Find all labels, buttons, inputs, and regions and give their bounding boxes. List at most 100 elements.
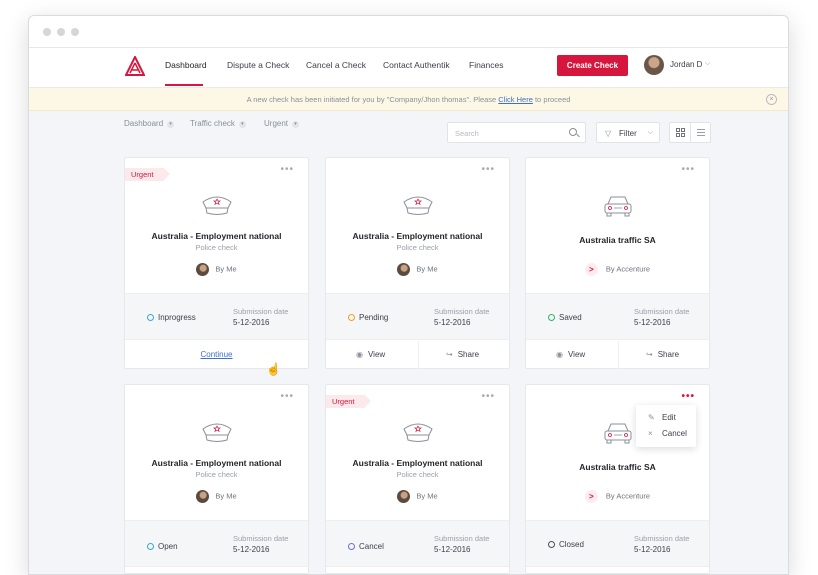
view-button[interactable]: ◉ View	[356, 350, 385, 359]
card-owner: > By Accenture	[526, 263, 709, 276]
window-titlebar	[29, 16, 788, 48]
accenture-logo-icon: >	[584, 490, 598, 503]
card-owner: By Me	[125, 263, 308, 276]
continue-link[interactable]: Continue	[125, 350, 308, 359]
status-dot-icon	[147, 314, 154, 321]
breadcrumb-urgent[interactable]: Urgent ▾	[264, 119, 300, 128]
more-options-icon[interactable]: •••	[481, 164, 495, 175]
nav-dashboard[interactable]: Dashboard	[165, 60, 207, 70]
check-card[interactable]: Urgent ••• Australia - Employment nation…	[124, 157, 309, 369]
share-label: Share	[457, 350, 480, 359]
avatar	[397, 263, 411, 276]
check-card[interactable]: ••• Australia - Employment national Poli…	[325, 157, 510, 370]
chevron-down-icon: ▾	[238, 121, 246, 128]
share-icon: ↪	[646, 350, 653, 359]
status-badge: Open	[158, 542, 178, 551]
card-title: Australia - Employment national	[352, 231, 483, 241]
breadcrumb-dashboard[interactable]: Dashboard ▾	[124, 119, 175, 128]
avatar	[196, 263, 210, 276]
submission-date-label: Submission date	[434, 534, 490, 543]
card-owner: By Me	[125, 490, 308, 503]
check-card[interactable]: ••• Australia traffic SA > By Accenture S…	[525, 157, 710, 370]
more-options-icon[interactable]: •••	[481, 391, 495, 402]
close-icon[interactable]: ×	[766, 94, 777, 105]
card-status-bar: Cancel Submission date 5-12-2016	[326, 520, 509, 567]
breadcrumb-label: Traffic check	[190, 119, 235, 128]
authentik-logo-icon[interactable]	[125, 56, 145, 76]
police-cap-icon	[202, 196, 232, 215]
status-badge: Closed	[559, 540, 584, 549]
user-avatar[interactable]	[644, 55, 664, 75]
status-badge: Cancel	[359, 542, 384, 551]
nav-contact-authentik[interactable]: Contact Authentik	[383, 60, 450, 70]
card-status-bar: Saved Submission date 5-12-2016	[526, 293, 709, 340]
grid-view-icon[interactable]	[676, 128, 686, 138]
card-title: Australia traffic SA	[579, 235, 656, 245]
breadcrumb-label: Urgent	[264, 119, 289, 128]
nav-dispute-check[interactable]: Dispute a Check	[227, 60, 289, 70]
nav-cancel-check[interactable]: Cancel a Check	[306, 60, 366, 70]
card-actions: ◉ View ↪ Share	[526, 341, 709, 370]
card-context-menu: ✎ Edit × Cancel	[636, 405, 696, 447]
share-button[interactable]: ↪ Share	[646, 350, 679, 359]
submission-date: 5-12-2016	[233, 318, 270, 327]
cancel-label: Cancel	[662, 429, 687, 438]
owner-label: By Me	[215, 264, 237, 274]
share-label: Share	[657, 350, 680, 359]
status-badge: Inprogress	[158, 313, 196, 322]
filter-label: Filter	[619, 129, 637, 138]
check-card[interactable]: ••• Australia - Employment national Poli…	[124, 384, 309, 574]
avatar	[196, 490, 210, 503]
notification-banner: A new check has been initiated for you b…	[29, 88, 788, 111]
status-dot-icon	[548, 541, 555, 548]
filter-dropdown[interactable]: ▽ Filter ⌵	[596, 122, 660, 143]
search-input[interactable]: Search	[447, 122, 586, 143]
card-status-bar: Open Submission date 5-12-2016	[125, 520, 308, 567]
submission-date: 5-12-2016	[233, 545, 270, 554]
owner-label: By Accenture	[605, 491, 651, 501]
submission-date-label: Submission date	[233, 307, 289, 316]
view-button[interactable]: ◉ View	[556, 350, 585, 359]
status-badge: Saved	[559, 313, 582, 322]
check-card[interactable]: Urgent ••• Australia - Employment nation…	[325, 384, 510, 574]
card-subtitle: Police check	[396, 243, 439, 252]
chevron-down-icon[interactable]: ⌵	[705, 60, 710, 68]
owner-label: By Me	[215, 491, 237, 501]
share-button[interactable]: ↪ Share	[446, 350, 479, 359]
card-owner: By Me	[326, 263, 509, 276]
search-placeholder: Search	[455, 129, 479, 138]
list-view-icon[interactable]	[697, 129, 705, 138]
banner-text: A new check has been initiated for you b…	[29, 95, 788, 104]
eye-icon: ◉	[556, 350, 563, 359]
more-options-icon[interactable]: •••	[681, 164, 695, 175]
chevron-down-icon: ▾	[167, 121, 175, 128]
status-dot-icon	[348, 314, 355, 321]
card-owner: By Me	[326, 490, 509, 503]
create-check-button[interactable]: Create Check	[557, 55, 628, 76]
banner-click-here-link[interactable]: Click Here	[498, 95, 533, 104]
window-dot-icon[interactable]	[71, 28, 79, 36]
banner-message: A new check has been initiated for you b…	[246, 95, 499, 104]
card-subtitle: Police check	[396, 470, 439, 479]
edit-label: Edit	[662, 413, 676, 422]
more-options-icon[interactable]: •••	[280, 164, 294, 175]
window-dot-icon[interactable]	[43, 28, 51, 36]
breadcrumb-traffic-check[interactable]: Traffic check ▾	[190, 119, 246, 128]
user-name[interactable]: Jordan D	[670, 60, 702, 69]
submission-date-label: Submission date	[634, 534, 690, 543]
owner-label: By Me	[416, 491, 438, 501]
search-icon[interactable]	[569, 128, 577, 136]
more-options-icon[interactable]: •••	[280, 391, 294, 402]
status-dot-icon	[548, 314, 555, 321]
menu-item-cancel[interactable]: × Cancel	[636, 426, 696, 442]
card-subtitle: Police check	[195, 243, 238, 252]
menu-item-edit[interactable]: ✎ Edit	[636, 410, 696, 426]
more-options-icon[interactable]: •••	[681, 391, 695, 402]
pencil-icon: ✎	[648, 413, 655, 422]
nav-finances[interactable]: Finances	[469, 60, 504, 70]
chevron-down-icon: ⌵	[647, 129, 653, 136]
owner-label: By Accenture	[605, 264, 651, 274]
window-dot-icon[interactable]	[57, 28, 65, 36]
nav-active-underline	[165, 84, 203, 86]
card-status-bar: Pending Submission date 5-12-2016	[326, 293, 509, 340]
